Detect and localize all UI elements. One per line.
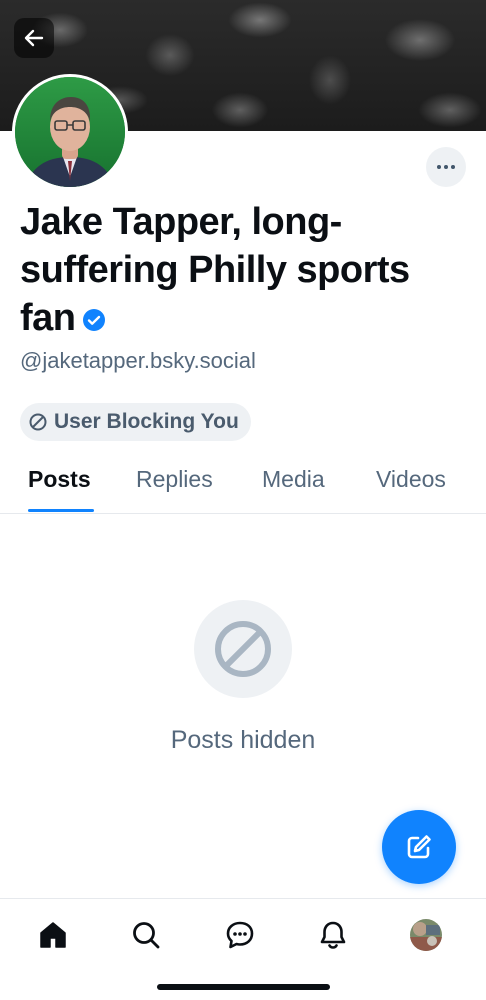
profile-handle: @jaketapper.bsky.social <box>20 348 256 373</box>
tab-posts[interactable]: Posts <box>28 466 91 493</box>
avatar <box>410 919 442 951</box>
search-icon <box>133 922 160 949</box>
tab-media[interactable]: Media <box>262 466 325 493</box>
active-tab-indicator <box>28 509 94 512</box>
compose-icon <box>407 835 431 859</box>
bell-icon <box>320 921 346 949</box>
profile-tabs: Posts Replies Media Videos <box>0 456 486 514</box>
nav-notifications[interactable] <box>313 915 353 955</box>
nav-home[interactable] <box>33 915 73 955</box>
tab-videos[interactable]: Videos <box>376 466 446 493</box>
profile-avatar[interactable] <box>12 74 128 190</box>
more-options-button[interactable] <box>426 147 466 187</box>
blocking-status-badge[interactable]: User Blocking You <box>20 403 251 441</box>
avatar-image <box>15 77 125 187</box>
compose-button[interactable] <box>382 810 456 884</box>
empty-state-text: Posts hidden <box>170 726 316 754</box>
verified-check-icon[interactable] <box>82 308 106 332</box>
blocked-icon <box>215 621 271 677</box>
blocked-icon <box>29 413 47 431</box>
nav-profile[interactable] <box>406 915 446 955</box>
display-name-text: Jake Tapper, long-suffering Philly sport… <box>20 201 410 339</box>
home-indicator <box>157 984 330 990</box>
empty-state-icon-container <box>194 600 292 698</box>
arrow-left-icon <box>24 29 44 47</box>
nav-search[interactable] <box>126 915 166 955</box>
chat-icon <box>226 921 254 949</box>
nav-chat[interactable] <box>220 915 260 955</box>
profile-screen: Jake Tapper, long-suffering Philly sport… <box>0 0 486 1000</box>
home-icon <box>40 922 66 948</box>
ellipsis-icon <box>437 165 455 169</box>
back-button[interactable] <box>14 18 54 58</box>
profile-display-name: Jake Tapper, long-suffering Philly sport… <box>20 198 470 342</box>
tab-replies[interactable]: Replies <box>136 466 213 493</box>
blocking-status-label: User Blocking You <box>54 410 239 433</box>
